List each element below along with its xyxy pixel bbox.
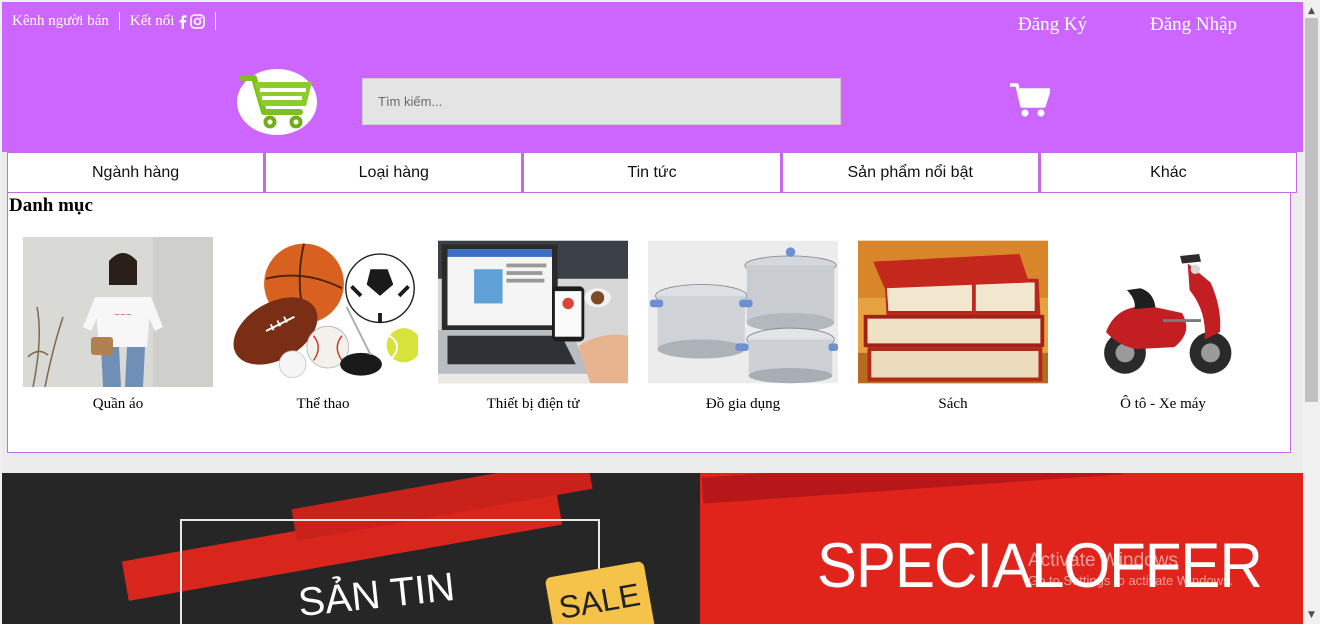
- topbar: Kênh người bán Kết nối: [12, 12, 226, 30]
- instagram-icon[interactable]: [190, 13, 206, 29]
- watermark-line2: Go to Settings to activate Windows.: [1028, 573, 1234, 588]
- clothing-image: ~~~: [23, 237, 213, 388]
- search-input[interactable]: [362, 78, 841, 125]
- category-item-electronics[interactable]: Thiết bị điện tử: [433, 237, 633, 413]
- windows-activation-watermark: Activate Windows Go to Settings to activ…: [1028, 550, 1233, 588]
- nav-item-nganh-hang[interactable]: Ngành hàng: [7, 152, 265, 193]
- social-links: [178, 13, 206, 29]
- household-image: [648, 240, 838, 384]
- electronics-image: [438, 240, 628, 384]
- facebook-icon[interactable]: [178, 14, 187, 29]
- vertical-scrollbar[interactable]: ▲ ▼: [1303, 0, 1320, 624]
- divider: [118, 12, 120, 30]
- sports-image: [228, 240, 421, 384]
- scroll-up-icon[interactable]: ▲: [1303, 2, 1320, 19]
- nav-item-loai-hang[interactable]: Loại hàng: [264, 152, 523, 193]
- scroll-thumb[interactable]: [1305, 18, 1318, 402]
- motorbike-image: [1068, 240, 1258, 384]
- main-nav: Ngành hàng Loại hàng Tin tức Sản phẩm nổ…: [7, 152, 1298, 193]
- svg-text:~~~: ~~~: [114, 311, 132, 319]
- category-label: Quần áo: [92, 396, 144, 412]
- cart-icon[interactable]: [1010, 82, 1050, 118]
- register-link[interactable]: Đăng Ký: [1018, 14, 1087, 36]
- scroll-down-icon[interactable]: ▼: [1303, 606, 1320, 623]
- category-item-vehicles[interactable]: Ô tô - Xe máy: [1063, 237, 1263, 413]
- category-label: Đồ gia dụng: [705, 396, 781, 412]
- promo-banner[interactable]: SẢN TIN SALE SPECIALOFFER: [2, 473, 1303, 624]
- category-label: Thiết bị điện tử: [486, 396, 580, 412]
- books-image: [858, 240, 1048, 384]
- category-item-clothing[interactable]: ~~~ Quần áo: [18, 237, 218, 413]
- divider: [215, 12, 217, 30]
- category-item-books[interactable]: Sách: [853, 237, 1053, 413]
- category-item-sports[interactable]: Thể thao: [223, 237, 423, 413]
- login-link[interactable]: Đăng Nhập: [1150, 14, 1237, 36]
- logo-cart-icon[interactable]: [236, 68, 318, 136]
- category-label: Thể thao: [296, 396, 350, 412]
- watermark-line1: Activate Windows: [1028, 550, 1178, 571]
- connect-label: Kết nối: [129, 12, 175, 29]
- category-label: Sách: [938, 396, 968, 412]
- category-title: Danh mục: [9, 195, 93, 216]
- nav-item-khac[interactable]: Khác: [1038, 152, 1298, 193]
- nav-item-tin-tuc[interactable]: Tin tức: [522, 152, 781, 193]
- header: Kênh người bán Kết nối Đăng Ký Đăng Nhập: [2, 2, 1303, 152]
- category-item-household[interactable]: Đồ gia dụng: [643, 237, 843, 413]
- seller-channel-link[interactable]: Kênh người bán: [12, 13, 109, 30]
- category-label: Ô tô - Xe máy: [1120, 396, 1206, 412]
- category-section: Danh mục ~~~ Quần áo Thể thao Thiết bị đ…: [7, 192, 1291, 453]
- page: Kênh người bán Kết nối Đăng Ký Đăng Nhập: [2, 2, 1303, 624]
- nav-item-san-pham-noi-bat[interactable]: Sản phẩm nổi bật: [780, 152, 1039, 193]
